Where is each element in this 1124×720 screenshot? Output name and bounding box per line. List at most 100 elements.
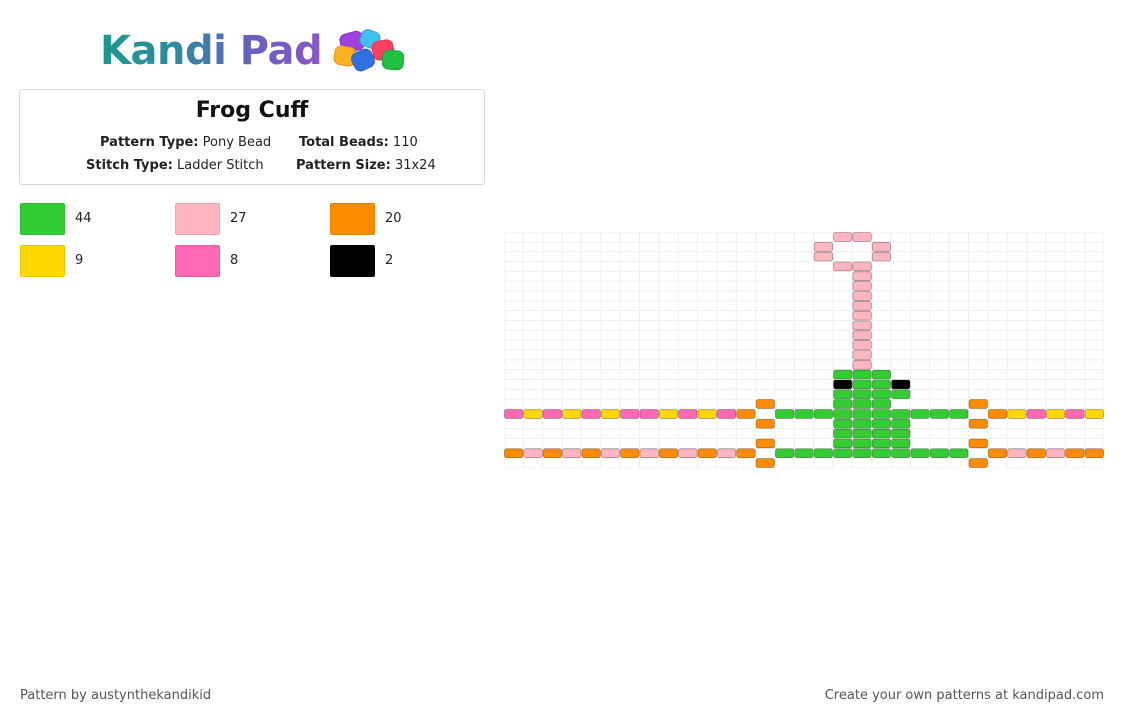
total-beads-value: 110 [392,135,418,150]
swatch-count: 27 [230,211,247,226]
kandipad-promo-link[interactable]: Create your own patterns at kandipad.com [825,688,1104,703]
bead [910,409,930,419]
bead [678,448,698,458]
bead [1065,409,1085,419]
bead [930,409,949,419]
bead [871,419,891,429]
bead [871,379,891,390]
bead [717,409,737,419]
bead [1065,448,1085,458]
bead [1084,448,1104,458]
bead [697,448,717,458]
bead [852,281,872,291]
bead [678,409,698,419]
bead [852,261,872,272]
stitch-type-value: Ladder Stitch [177,158,264,173]
bead [852,340,872,350]
bead [504,409,524,419]
pattern-credit: Pattern by austynthekandikid [20,688,212,703]
bead [833,438,853,449]
pattern-size: Pattern Size: 31x24 [296,158,436,173]
pattern-type-label: Pattern Type: [100,135,199,150]
swatch-orange [330,203,375,235]
bead [910,448,930,458]
bead [852,399,872,409]
bead [736,409,756,419]
bead [775,409,795,419]
bead [871,409,891,419]
bead [755,399,775,409]
bead [600,409,620,419]
bead [871,242,891,252]
bead [891,419,911,429]
pattern-type: Pattern Type: Pony Bead [100,135,271,150]
beads-logo-icon [332,27,408,74]
bead [988,409,1008,419]
bead [833,369,853,380]
bead [833,389,853,399]
bead [852,438,872,449]
bead [852,232,872,242]
bead [852,448,872,458]
bead [891,448,911,458]
pattern-size-value: 31x24 [394,158,436,173]
bead [833,261,853,272]
bead [562,409,582,419]
bead [852,360,872,370]
bead [871,428,891,439]
bead [542,409,562,419]
bead [1007,448,1027,458]
total-beads: Total Beads: 110 [299,135,418,150]
bead [871,251,891,262]
stitch-type-label: Stitch Type: [86,158,173,173]
bead [852,320,872,331]
logo-text: Kandi Pad [100,28,323,74]
bead [949,409,969,419]
pattern-title: Frog Cuff [195,98,309,123]
bead [523,409,543,419]
bead [523,448,543,458]
bead [813,448,833,458]
bead [504,448,524,458]
bead [736,448,756,458]
swatch-yellow [20,245,65,277]
bead [871,399,891,409]
bead [891,389,911,399]
bead [697,409,717,419]
swatch-light-pink [175,203,220,235]
bead [871,389,891,399]
swatch-hot-pink [175,245,220,277]
bead [852,301,872,311]
bead [988,448,1008,458]
bead [852,419,872,429]
bead [620,409,640,419]
bead [1046,409,1066,419]
bead [1046,448,1066,458]
grid-lines [504,232,1104,468]
bead [639,409,659,419]
bead [581,448,601,458]
bead [659,448,678,458]
swatch-green [20,203,65,235]
bead [639,448,659,458]
bead [852,310,872,321]
bead [833,448,853,458]
bead [542,448,562,458]
bead [871,369,891,380]
pattern-canvas [504,232,1104,468]
bead [833,232,853,242]
bead [891,428,911,439]
swatch-count: 9 [75,253,84,268]
bead [871,438,891,449]
bead [581,409,601,419]
bead [968,458,988,468]
kandi-pad-logo: Kandi Pad [100,26,408,76]
bead [852,330,872,340]
bead [852,350,872,360]
bead [813,242,833,252]
bead [833,428,853,439]
bead [852,291,872,301]
bead [891,438,911,449]
bead [871,448,891,458]
bead [755,458,775,468]
